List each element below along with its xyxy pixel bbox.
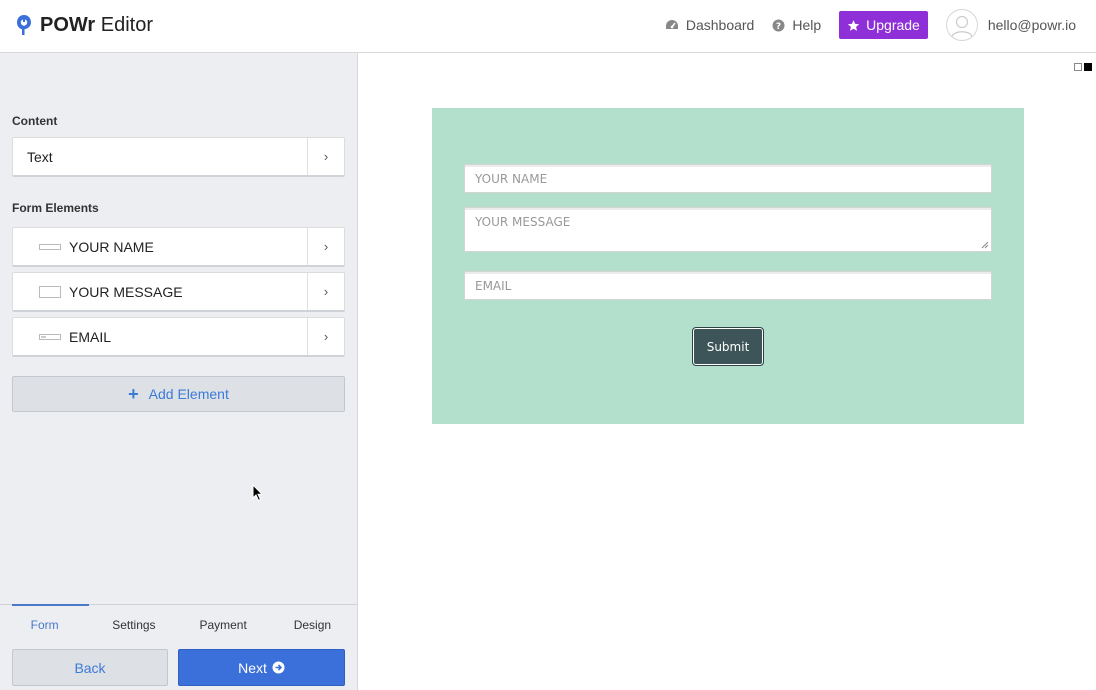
form-element-your-message[interactable]: YOUR MESSAGE › <box>12 272 345 312</box>
view-toggle <box>1074 63 1092 71</box>
svg-text:?: ? <box>776 22 781 32</box>
dashboard-link[interactable]: Dashboard <box>665 17 755 33</box>
account-email[interactable]: hello@powr.io <box>988 17 1076 33</box>
help-label: Help <box>792 17 822 33</box>
form-element-label: YOUR MESSAGE <box>69 283 183 300</box>
user-silhouette-icon <box>951 15 973 38</box>
powr-logo-icon <box>17 15 31 35</box>
top-header: POWr Editor Dashboard ? Help Upgrade hel… <box>0 0 1096 53</box>
email-field-icon <box>39 333 61 341</box>
content-item-text[interactable]: Text › <box>12 137 345 177</box>
form-elements-heading: Form Elements <box>12 201 99 215</box>
back-button[interactable]: Back <box>12 649 168 686</box>
dashboard-gauge-icon <box>665 19 679 31</box>
resize-handle-icon[interactable] <box>981 241 989 249</box>
add-element-label: Add Element <box>148 386 229 402</box>
next-button[interactable]: Next <box>178 649 345 686</box>
content-item-label: Text <box>27 148 53 165</box>
chevron-right-icon: › <box>307 228 344 265</box>
preview-canvas: YOUR NAME YOUR MESSAGE EMAIL Submit <box>358 53 1096 690</box>
content-heading: Content <box>12 114 58 128</box>
desktop-view-toggle[interactable] <box>1074 63 1082 71</box>
next-label: Next <box>238 659 267 676</box>
fullscreen-view-toggle[interactable] <box>1084 63 1092 71</box>
editor-sidebar: Content Text › Form Elements YOUR NAME ›… <box>0 53 358 690</box>
question-circle-icon: ? <box>772 19 785 32</box>
upgrade-button[interactable]: Upgrade <box>839 11 928 39</box>
brand-title: POWr Editor <box>40 13 154 36</box>
your-message-placeholder: YOUR MESSAGE <box>475 215 571 229</box>
upgrade-label: Upgrade <box>866 17 920 33</box>
chevron-right-icon: › <box>307 273 344 310</box>
textarea-icon <box>39 285 61 298</box>
dashboard-label: Dashboard <box>685 17 755 33</box>
submit-button[interactable]: Submit <box>692 327 764 366</box>
tab-design[interactable]: Design <box>268 605 357 644</box>
chevron-right-icon: › <box>307 138 344 175</box>
tab-payment[interactable]: Payment <box>179 605 268 644</box>
top-nav: Dashboard ? Help Upgrade hello@powr.io <box>647 0 1076 50</box>
form-element-label: EMAIL <box>69 328 112 345</box>
brand[interactable]: POWr Editor <box>16 10 153 40</box>
help-link[interactable]: ? Help <box>772 17 821 33</box>
your-message-textarea[interactable]: YOUR MESSAGE <box>464 207 992 252</box>
avatar[interactable] <box>945 9 978 41</box>
add-element-button[interactable]: + Add Element <box>12 376 345 412</box>
mouse-cursor-icon <box>252 484 264 502</box>
arrow-circle-right-icon <box>272 661 285 674</box>
contact-form-preview: YOUR NAME YOUR MESSAGE EMAIL Submit <box>432 108 1024 424</box>
form-element-label: YOUR NAME <box>69 238 154 255</box>
tab-settings[interactable]: Settings <box>89 605 178 644</box>
chevron-right-icon: › <box>307 318 344 355</box>
plus-icon: + <box>128 384 139 404</box>
email-input[interactable]: EMAIL <box>464 271 992 300</box>
star-icon <box>847 19 860 32</box>
form-element-email[interactable]: EMAIL › <box>12 317 345 357</box>
your-name-input[interactable]: YOUR NAME <box>464 164 992 193</box>
sidebar-tabs: Form Settings Payment Design <box>0 604 357 644</box>
tab-form[interactable]: Form <box>0 604 90 644</box>
form-element-your-name[interactable]: YOUR NAME › <box>12 227 345 267</box>
text-field-icon <box>39 243 61 251</box>
